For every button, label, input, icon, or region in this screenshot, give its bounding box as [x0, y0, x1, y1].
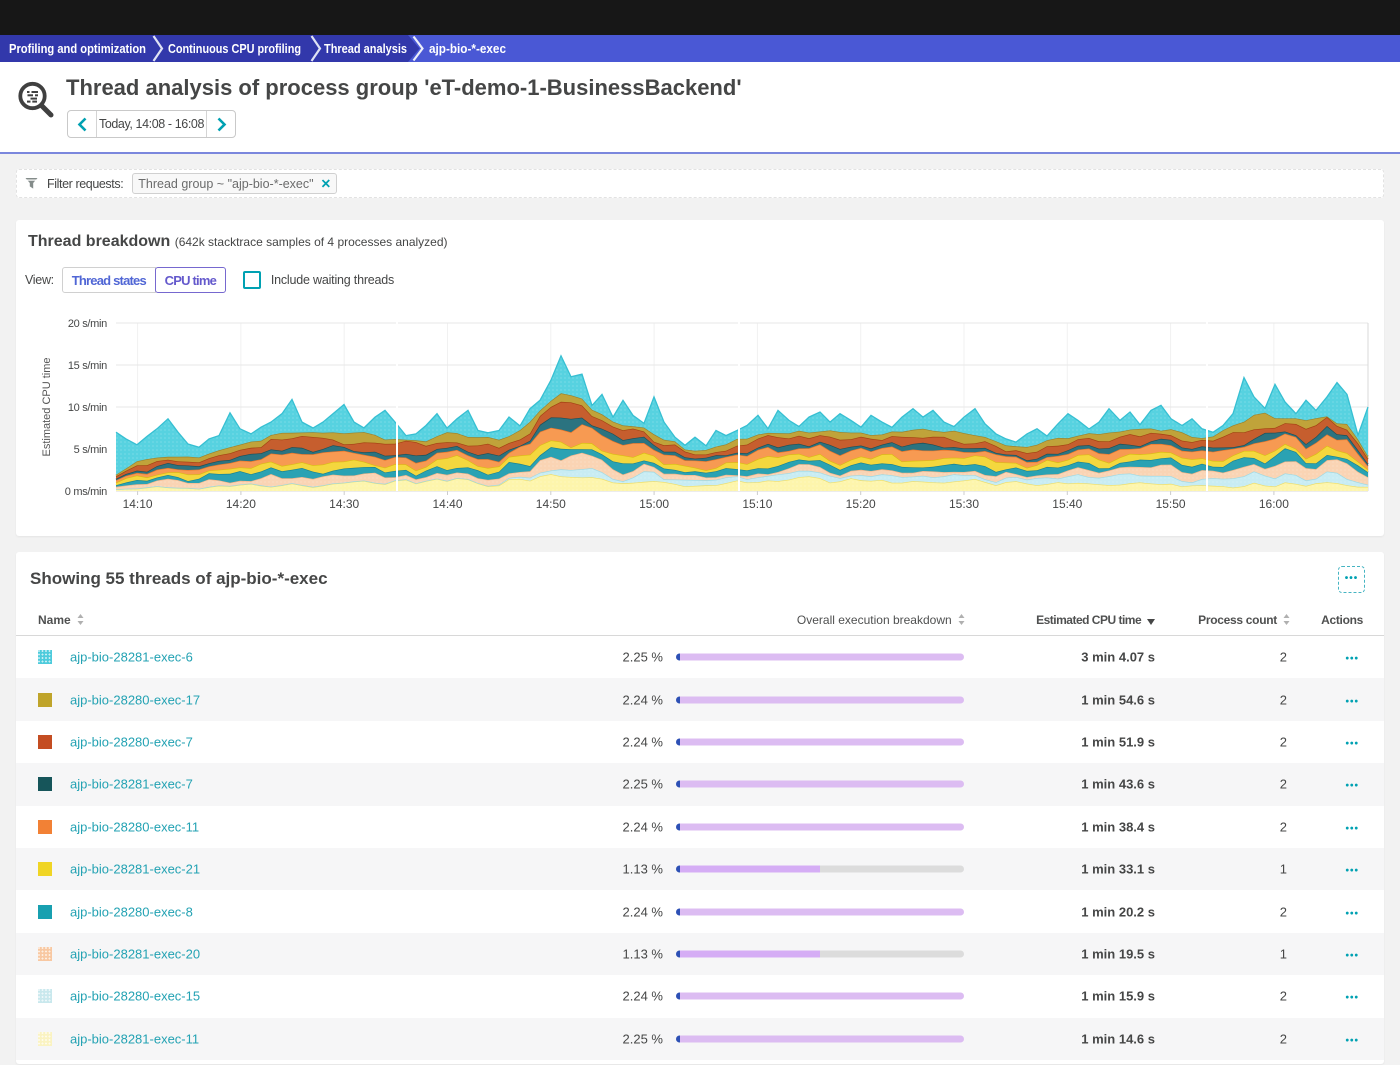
svg-text:14:40: 14:40: [432, 497, 462, 511]
svg-text:Estimated CPU time: Estimated CPU time: [41, 357, 53, 456]
svg-text:14:30: 14:30: [329, 497, 359, 511]
svg-text:0 ms/min: 0 ms/min: [65, 486, 107, 498]
svg-text:15:50: 15:50: [1156, 497, 1186, 511]
svg-text:Profiling and optimization: Profiling and optimization: [9, 42, 146, 56]
svg-text:15:10: 15:10: [742, 497, 772, 511]
svg-text:14:20: 14:20: [226, 497, 256, 511]
svg-text:20 s/min: 20 s/min: [68, 318, 107, 330]
svg-text:15:00: 15:00: [639, 497, 669, 511]
svg-text:16:00: 16:00: [1259, 497, 1289, 511]
svg-text:Thread analysis: Thread analysis: [324, 42, 407, 56]
svg-text:14:50: 14:50: [536, 497, 566, 511]
svg-text:10 s/min: 10 s/min: [68, 402, 107, 414]
svg-text:14:10: 14:10: [123, 497, 153, 511]
svg-text:15:40: 15:40: [1052, 497, 1082, 511]
svg-text:15 s/min: 15 s/min: [68, 360, 107, 372]
svg-text:5 s/min: 5 s/min: [74, 444, 108, 456]
svg-text:Continuous CPU profiling: Continuous CPU profiling: [168, 42, 301, 56]
svg-text:15:20: 15:20: [846, 497, 876, 511]
svg-text:ajp-bio-*-exec: ajp-bio-*-exec: [429, 42, 506, 56]
svg-text:15:30: 15:30: [949, 497, 979, 511]
